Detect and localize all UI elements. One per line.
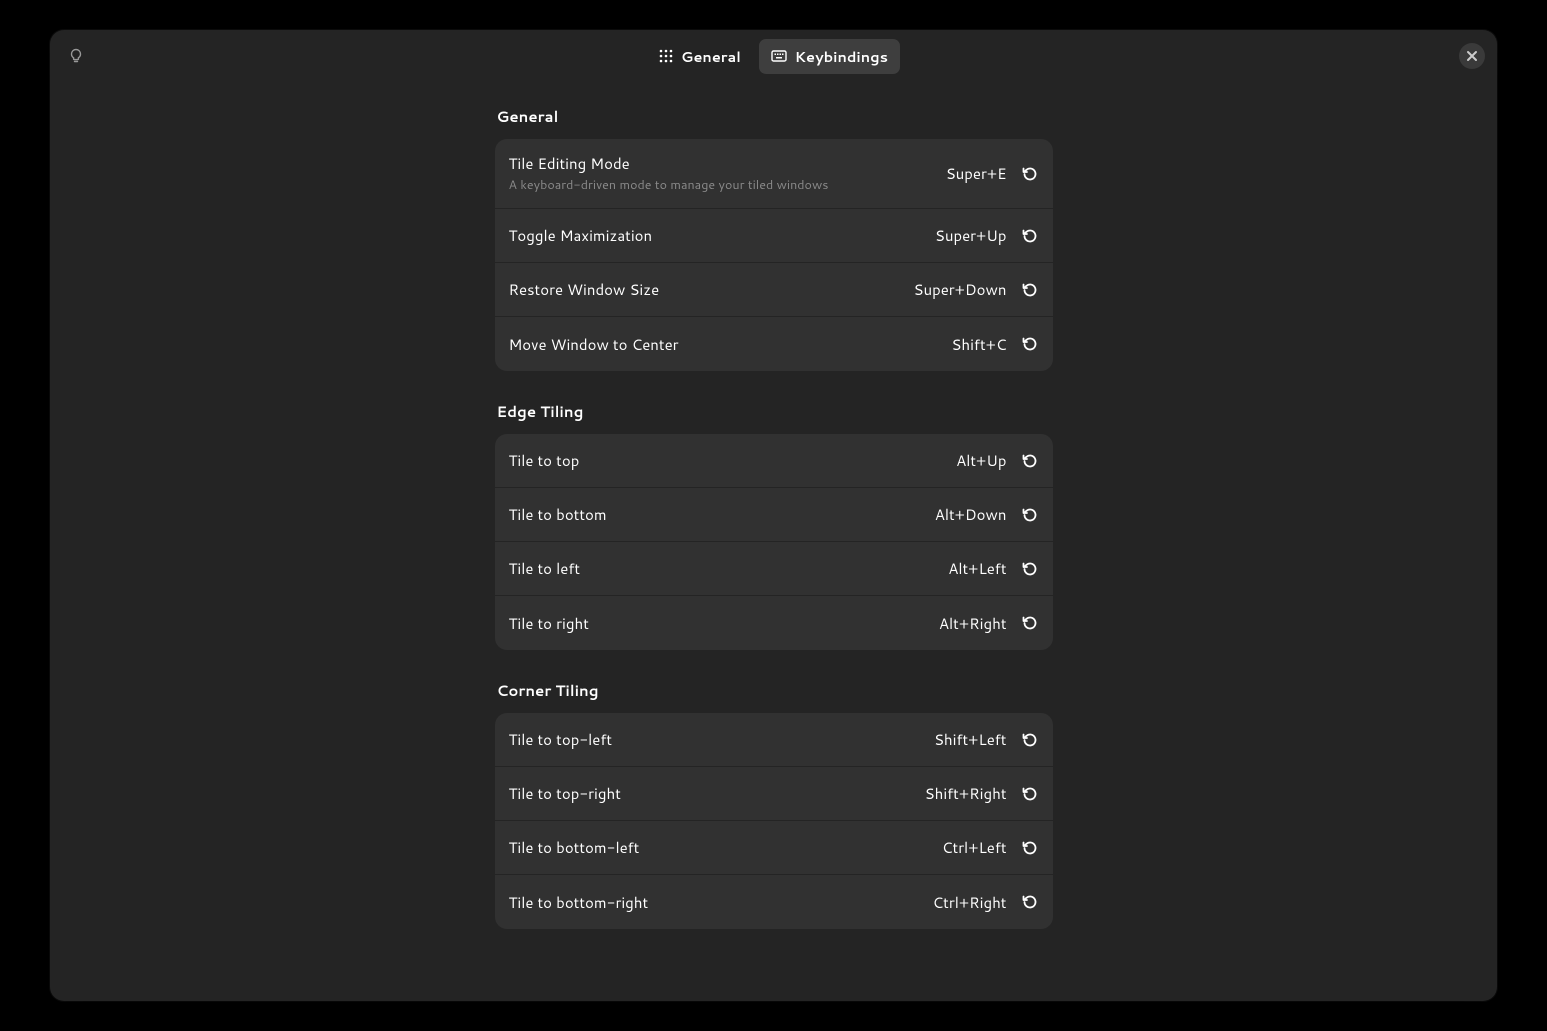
- keybinding-row[interactable]: Tile Editing Mode A keyboard-driven mode…: [495, 139, 1053, 209]
- section-edge-tiling: Edge Tiling Tile to top Alt+Up Tile to b…: [495, 401, 1053, 650]
- reset-icon[interactable]: [1021, 560, 1039, 578]
- row-main: Tile to top: [509, 450, 957, 471]
- settings-window: General Keybindings: [50, 30, 1497, 1001]
- row-main: Tile to right: [509, 613, 939, 634]
- header-right: [1459, 43, 1485, 69]
- accelerator-label: Shift+C: [951, 334, 1006, 355]
- keybinding-row[interactable]: Restore Window Size Super+Down: [495, 263, 1053, 317]
- accelerator-label: Alt+Right: [939, 613, 1007, 634]
- reset-icon[interactable]: [1021, 452, 1039, 470]
- keybinding-row[interactable]: Tile to bottom-right Ctrl+Right: [495, 875, 1053, 929]
- accelerator-label: Super+Up: [935, 225, 1007, 246]
- row-main: Toggle Maximization: [509, 225, 935, 246]
- keybinding-row[interactable]: Tile to top Alt+Up: [495, 434, 1053, 488]
- reset-icon[interactable]: [1021, 227, 1039, 245]
- reset-icon[interactable]: [1021, 165, 1039, 183]
- row-title: Tile to right: [509, 613, 939, 634]
- reset-icon[interactable]: [1021, 839, 1039, 857]
- keyboard-icon: [771, 49, 787, 63]
- row-title: Toggle Maximization: [509, 225, 935, 246]
- row-title: Tile to top-right: [509, 783, 925, 804]
- tab-general[interactable]: General: [647, 39, 753, 74]
- section-title: Edge Tiling: [495, 401, 1053, 422]
- reset-icon[interactable]: [1021, 335, 1039, 353]
- keybinding-row[interactable]: Tile to bottom-left Ctrl+Left: [495, 821, 1053, 875]
- row-title: Tile to top: [509, 450, 957, 471]
- accelerator-label: Alt+Left: [948, 558, 1006, 579]
- keybinding-row[interactable]: Tile to right Alt+Right: [495, 596, 1053, 650]
- row-main: Tile Editing Mode A keyboard-driven mode…: [509, 153, 946, 194]
- tab-label: Keybindings: [795, 46, 888, 67]
- keybinding-group: Tile to top Alt+Up Tile to bottom Alt+Do…: [495, 434, 1053, 650]
- accelerator-label: Alt+Down: [935, 504, 1007, 525]
- grid-icon: [659, 49, 673, 63]
- row-main: Tile to bottom-right: [509, 892, 933, 913]
- row-main: Tile to bottom: [509, 504, 935, 525]
- keybinding-row[interactable]: Tile to top-right Shift+Right: [495, 767, 1053, 821]
- header-bar: General Keybindings: [50, 30, 1497, 82]
- reset-icon[interactable]: [1021, 506, 1039, 524]
- reset-icon[interactable]: [1021, 614, 1039, 632]
- section-corner-tiling: Corner Tiling Tile to top-left Shift+Lef…: [495, 680, 1053, 929]
- reset-icon[interactable]: [1021, 731, 1039, 749]
- row-title: Tile to left: [509, 558, 949, 579]
- hint-icon[interactable]: [62, 42, 90, 70]
- accelerator-label: Ctrl+Right: [933, 892, 1007, 913]
- keybinding-row[interactable]: Tile to top-left Shift+Left: [495, 713, 1053, 767]
- row-main: Tile to bottom-left: [509, 837, 942, 858]
- reset-icon[interactable]: [1021, 893, 1039, 911]
- tab-label: General: [681, 46, 741, 67]
- header-left: [62, 42, 90, 70]
- accelerator-label: Super+Down: [914, 279, 1007, 300]
- row-title: Tile to bottom-right: [509, 892, 933, 913]
- view-switcher: General Keybindings: [647, 39, 900, 74]
- keybinding-row[interactable]: Toggle Maximization Super+Up: [495, 209, 1053, 263]
- section-title: General: [495, 106, 1053, 127]
- row-title: Tile Editing Mode: [509, 153, 946, 174]
- content-area: General Tile Editing Mode A keyboard-dri…: [50, 82, 1497, 1001]
- row-title: Tile to bottom: [509, 504, 935, 525]
- keybinding-group: Tile Editing Mode A keyboard-driven mode…: [495, 139, 1053, 371]
- accelerator-label: Shift+Right: [925, 783, 1007, 804]
- close-button[interactable]: [1459, 43, 1485, 69]
- row-main: Tile to top-right: [509, 783, 925, 804]
- keybinding-row[interactable]: Move Window to Center Shift+C: [495, 317, 1053, 371]
- accelerator-label: Super+E: [946, 163, 1007, 184]
- section-title: Corner Tiling: [495, 680, 1053, 701]
- row-subtitle: A keyboard-driven mode to manage your ti…: [509, 176, 946, 194]
- row-main: Tile to top-left: [509, 729, 934, 750]
- keybinding-group: Tile to top-left Shift+Left Tile to top-…: [495, 713, 1053, 929]
- row-title: Move Window to Center: [509, 334, 952, 355]
- row-main: Move Window to Center: [509, 334, 952, 355]
- accelerator-label: Ctrl+Left: [942, 837, 1007, 858]
- reset-icon[interactable]: [1021, 281, 1039, 299]
- accelerator-label: Shift+Left: [934, 729, 1007, 750]
- keybinding-row[interactable]: Tile to bottom Alt+Down: [495, 488, 1053, 542]
- row-title: Tile to bottom-left: [509, 837, 942, 858]
- accelerator-label: Alt+Up: [956, 450, 1006, 471]
- row-main: Restore Window Size: [509, 279, 914, 300]
- tab-keybindings[interactable]: Keybindings: [759, 39, 900, 74]
- row-title: Tile to top-left: [509, 729, 934, 750]
- reset-icon[interactable]: [1021, 785, 1039, 803]
- row-main: Tile to left: [509, 558, 949, 579]
- row-title: Restore Window Size: [509, 279, 914, 300]
- keybinding-row[interactable]: Tile to left Alt+Left: [495, 542, 1053, 596]
- section-general: General Tile Editing Mode A keyboard-dri…: [495, 106, 1053, 371]
